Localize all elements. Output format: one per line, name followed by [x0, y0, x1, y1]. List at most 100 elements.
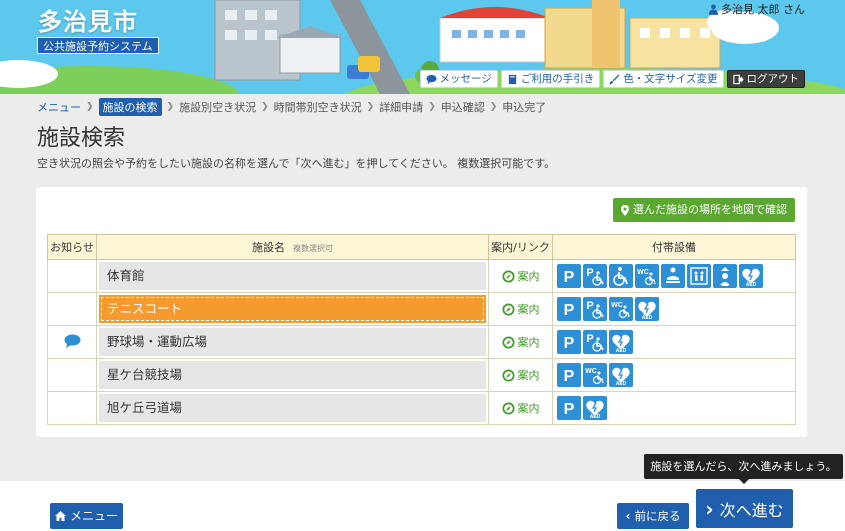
breadcrumb-confirm: 申込確認 — [440, 101, 485, 114]
guide-link[interactable]: 案内 — [489, 367, 552, 383]
next-tooltip: 施設を選んだら、次へ進みましょう。 — [644, 454, 843, 484]
facility-table: お知らせ 施設名 複数選択可 案内/リンク 付帯設備 体育館 案内 P P WC AED テニ… — [47, 234, 796, 425]
header-name-label: 施設名 — [252, 241, 285, 254]
logout-button[interactable]: ログアウト — [726, 70, 805, 88]
svg-text:WC: WC — [637, 269, 649, 276]
guide-link[interactable]: 案内 — [489, 400, 552, 416]
svg-text:P: P — [586, 267, 593, 279]
aed-icon: AED — [583, 396, 607, 420]
display-settings-button[interactable]: 色・文字サイズ変更 — [603, 70, 724, 88]
chevron-left-icon: ‹ — [625, 509, 631, 523]
facility-name-button[interactable]: 野球場・運動広場 — [99, 328, 486, 356]
map-confirm-button[interactable]: 選んだ施設の場所を地図で確認 — [613, 198, 795, 222]
notice-cell — [47, 391, 97, 425]
guide-label: ご利用の手引き — [520, 73, 595, 85]
notice-cell — [47, 325, 97, 359]
facility-name-button[interactable]: 体育館 — [99, 262, 486, 290]
compass-icon — [502, 336, 514, 348]
header-equipment: 付帯設備 — [552, 234, 796, 260]
svg-text:WC: WC — [611, 302, 623, 309]
message-button[interactable]: メッセージ — [419, 70, 498, 88]
book-icon — [508, 74, 516, 84]
table-row: 野球場・運動広場 案内 P P AED — [47, 325, 796, 359]
accessible-toilet-icon: WC — [609, 297, 633, 321]
link-cell: 案内 — [488, 391, 553, 425]
parking-icon: P — [557, 396, 581, 420]
chevron-right-icon: ❯ — [166, 102, 175, 112]
guide-button[interactable]: ご利用の手引き — [500, 70, 601, 88]
svg-text:AED: AED — [746, 282, 757, 287]
compass-icon — [502, 402, 514, 414]
guide-link[interactable]: 案内 — [489, 268, 552, 284]
back-label: 前に戻る — [634, 509, 681, 523]
guide-link[interactable]: 案内 — [489, 301, 552, 317]
svg-text:P: P — [586, 300, 593, 312]
equipment-cell: P WC AED — [552, 358, 796, 392]
message-label: メッセージ — [439, 73, 492, 85]
breadcrumb-menu[interactable]: メニュー — [37, 99, 81, 115]
link-cell: 案内 — [488, 259, 553, 293]
svg-text:AED: AED — [590, 414, 601, 419]
next-label: 次へ進む — [719, 500, 784, 520]
facility-name-button[interactable]: 星ケ台競技場 — [99, 361, 486, 389]
menu-label: メニュー — [69, 509, 118, 523]
guide-link[interactable]: 案内 — [489, 334, 552, 350]
equipment-cell: P AED — [552, 391, 796, 425]
menu-button[interactable]: メニュー — [50, 503, 123, 529]
parking-icon: P — [557, 363, 581, 387]
chevron-right-icon: › — [705, 496, 714, 521]
facility-name-cell: 体育館 — [96, 259, 489, 293]
chevron-right-icon: ❯ — [489, 102, 498, 112]
back-button[interactable]: ‹ 前に戻る — [617, 503, 689, 529]
parking-icon: P — [557, 330, 581, 354]
guide-label: 案内 — [517, 402, 540, 415]
accessible-parking-icon: P — [583, 264, 607, 288]
compass-icon — [502, 270, 514, 282]
logout-icon — [732, 74, 744, 84]
table-header-row: お知らせ 施設名 複数選択可 案内/リンク 付帯設備 — [47, 234, 796, 260]
breadcrumb-availability-by-time: 時間帯別空き状況 — [273, 101, 362, 114]
city-name: 多治見市 — [38, 8, 138, 36]
page-title: 施設検索 — [37, 126, 126, 151]
accessible-toilet-icon: WC — [583, 363, 607, 387]
accessible-toilet-icon: WC — [635, 264, 659, 288]
wheelchair-icon — [609, 264, 633, 288]
chevron-right-icon: ❯ — [86, 102, 94, 112]
speech-bubble-icon — [425, 74, 437, 84]
facility-name-button[interactable]: テニスコート — [99, 295, 486, 323]
system-name: 公共施設予約システム — [37, 37, 159, 54]
link-cell: 案内 — [488, 325, 553, 359]
svg-text:P: P — [564, 401, 575, 418]
logout-label: ログアウト — [746, 73, 800, 85]
facility-name-button[interactable]: 旭ケ丘弓道場 — [99, 394, 486, 422]
next-button[interactable]: › 次へ進む — [696, 489, 793, 528]
table-row: 体育館 案内 P P WC AED — [47, 259, 796, 293]
map-marker-icon — [621, 204, 629, 216]
notice-cell — [47, 259, 97, 293]
svg-text:P: P — [564, 269, 575, 286]
svg-text:WC: WC — [585, 368, 597, 375]
compass-icon — [502, 303, 514, 315]
svg-text:P: P — [564, 335, 575, 352]
link-cell: 案内 — [488, 358, 553, 392]
svg-text:AED: AED — [642, 315, 653, 320]
header-name-sub: 複数選択可 — [293, 244, 333, 253]
user-name: 多治見 太郎 さん — [721, 3, 805, 16]
chevron-right-icon: ❯ — [366, 102, 375, 112]
facility-name-cell: 星ケ台競技場 — [96, 358, 489, 392]
header-notice: お知らせ — [47, 234, 97, 260]
display-settings-label: 色・文字サイズ変更 — [623, 73, 718, 85]
chevron-right-icon: ❯ — [261, 102, 269, 112]
aed-icon: AED — [609, 330, 633, 354]
equipment-cell: P P WC AED — [552, 259, 796, 293]
chevron-right-icon: ❯ — [428, 102, 436, 112]
table-row: 星ケ台競技場 案内 P WC AED — [47, 358, 796, 392]
compass-icon — [502, 369, 514, 381]
header-link: 案内/リンク — [488, 234, 553, 260]
breadcrumb: メニュー ❯ 施設の検索 ❯ 施設別空き状況 ❯ 時間帯別空き状況 ❯ 詳細申請… — [37, 98, 546, 116]
link-cell: 案内 — [488, 292, 553, 326]
notice-bubble-icon[interactable] — [64, 334, 81, 351]
guide-label: 案内 — [517, 303, 540, 316]
elevator-icon — [687, 264, 711, 288]
user-info: 多治見 太郎 さん — [709, 1, 805, 17]
